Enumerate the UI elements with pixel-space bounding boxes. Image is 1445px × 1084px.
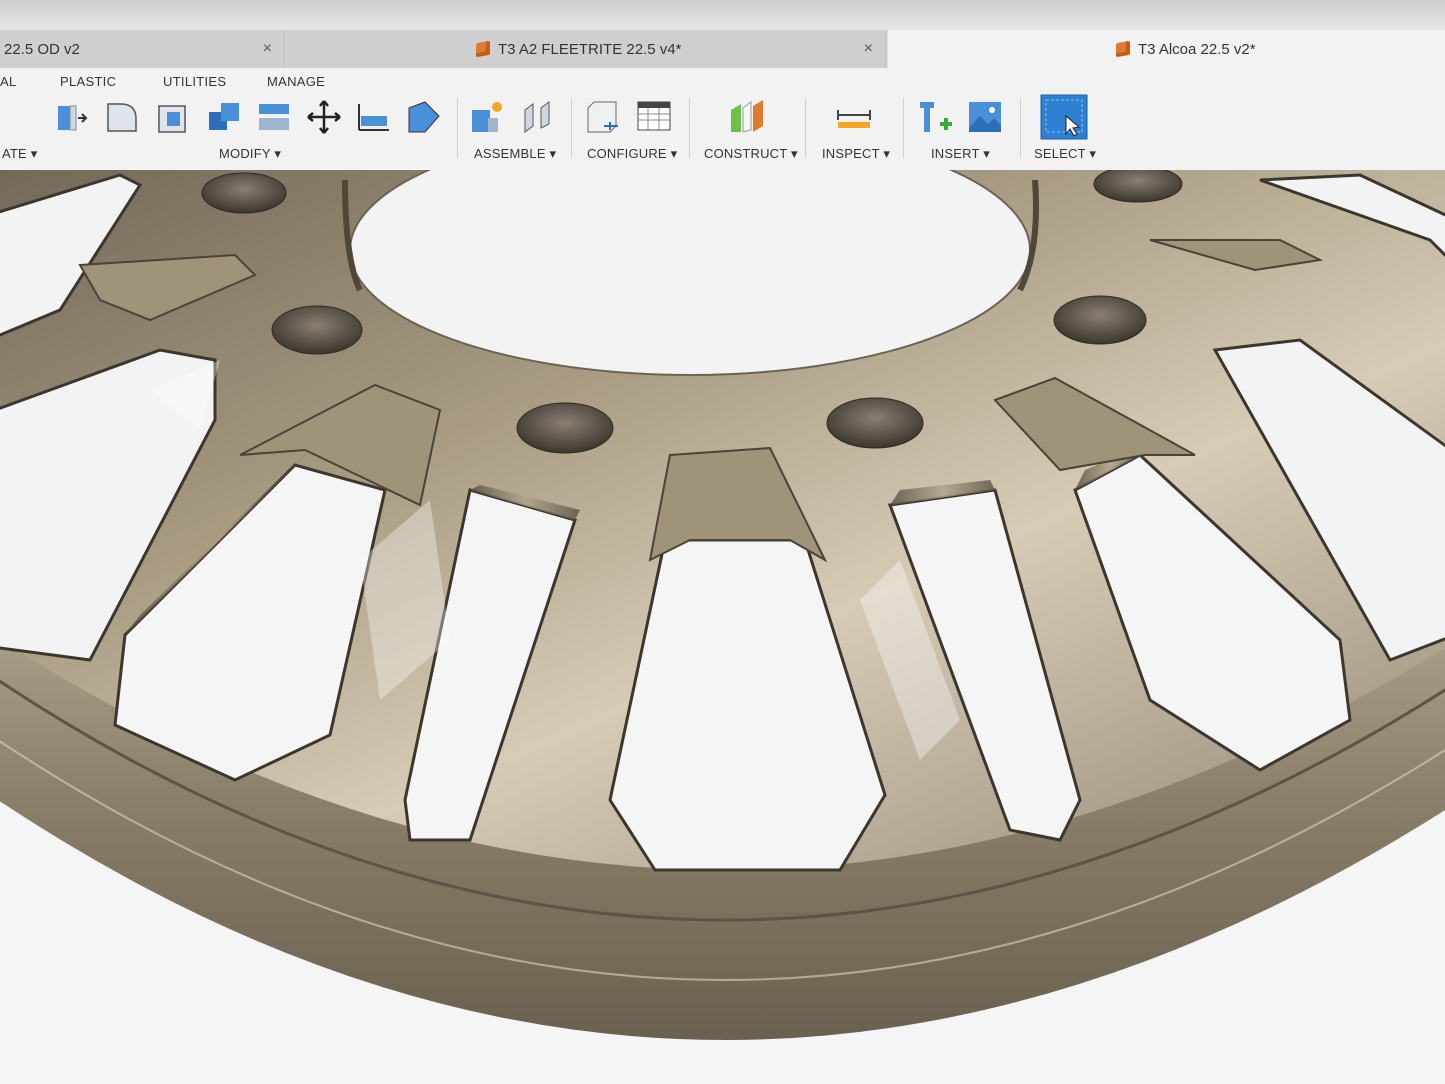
divider	[805, 98, 806, 158]
ribbon-toolbar: AL PLASTIC UTILITIES MANAGE ATE ▾ MODIFY…	[0, 68, 1445, 171]
press-pull-icon[interactable]	[52, 98, 90, 136]
modify-menu[interactable]: MODIFY ▾	[219, 146, 281, 162]
construct-menu[interactable]: CONSTRUCT ▾	[704, 146, 798, 162]
divider	[1020, 98, 1021, 158]
tab-label: 22.5 OD v2	[4, 40, 80, 58]
table-icon[interactable]	[635, 98, 673, 136]
insert-image-icon[interactable]	[966, 98, 1004, 136]
menu-surface[interactable]: AL	[0, 74, 17, 89]
document-tab-bar: 22.5 OD v2 × T3 A2 FLEETRITE 22.5 v4* × …	[0, 30, 1445, 68]
create-menu[interactable]: ATE ▾	[2, 146, 37, 162]
align-icon[interactable]	[355, 98, 393, 136]
new-component-icon[interactable]	[468, 98, 506, 136]
divider	[689, 98, 690, 158]
wheel-model[interactable]	[0, 170, 1445, 1084]
measure-icon[interactable]	[835, 98, 873, 136]
divider	[571, 98, 572, 158]
tab-label: T3 Alcoa 22.5 v2*	[1138, 40, 1256, 58]
close-icon[interactable]: ×	[864, 40, 873, 58]
close-icon[interactable]: ×	[263, 40, 272, 58]
menu-utilities[interactable]: UTILITIES	[163, 74, 226, 89]
tab-alcoa-active[interactable]: T3 Alcoa 22.5 v2*	[888, 30, 1445, 68]
menu-plastic[interactable]: PLASTIC	[60, 74, 116, 89]
configure-icon[interactable]	[584, 98, 622, 136]
move-icon[interactable]	[305, 98, 343, 136]
select-menu[interactable]: SELECT ▾	[1034, 146, 1096, 162]
combine-icon[interactable]	[205, 98, 243, 136]
joint-icon[interactable]	[519, 98, 557, 136]
divider	[457, 98, 458, 158]
configure-menu[interactable]: CONFIGURE ▾	[587, 146, 677, 162]
design-viewport[interactable]	[0, 170, 1445, 1084]
insert-menu[interactable]: INSERT ▾	[931, 146, 990, 162]
assemble-menu[interactable]: ASSEMBLE ▾	[474, 146, 556, 162]
inspect-menu[interactable]: INSPECT ▾	[822, 146, 890, 162]
menu-manage[interactable]: MANAGE	[267, 74, 325, 89]
chamfer-icon[interactable]	[154, 98, 192, 136]
design-cube-icon	[1116, 40, 1130, 58]
tab-label: T3 A2 FLEETRITE 22.5 v4*	[498, 40, 682, 58]
construct-plane-icon[interactable]	[727, 98, 765, 136]
offset-face-icon[interactable]	[255, 98, 293, 136]
insert-derive-icon[interactable]	[916, 98, 954, 136]
tab-fleetrite[interactable]: T3 A2 FLEETRITE 22.5 v4* ×	[286, 30, 886, 68]
select-icon[interactable]	[1040, 94, 1088, 140]
scale-icon[interactable]	[405, 98, 443, 136]
tab-22-5-od[interactable]: 22.5 OD v2 ×	[0, 30, 285, 68]
screen-top-edge	[0, 0, 1445, 30]
design-cube-icon	[476, 40, 490, 58]
fillet-icon[interactable]	[103, 98, 141, 136]
divider	[903, 98, 904, 158]
